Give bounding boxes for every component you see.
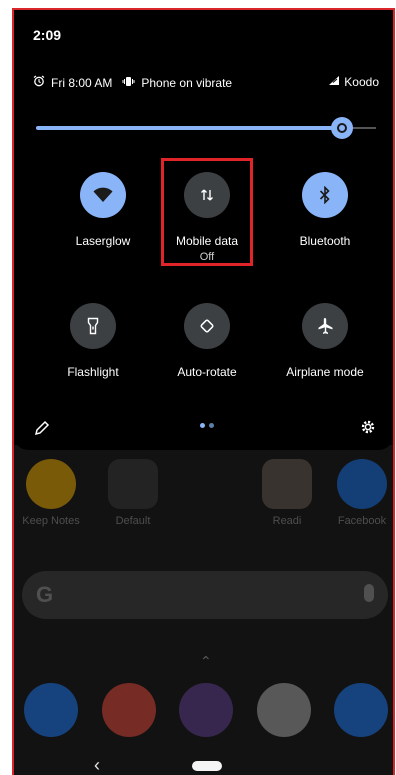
app-folder-default[interactable]: Default [103,459,163,527]
keep-notes-icon [26,459,76,509]
selection-highlight-box [161,158,253,266]
carrier-name: Koodo [344,75,379,89]
brightness-slider[interactable] [36,117,376,139]
app-facebook[interactable]: Facebook [332,459,392,527]
nav-back-button[interactable]: ‹ [94,755,100,775]
microphone-icon[interactable] [364,584,374,602]
tile-wifi[interactable]: Laserglow [48,172,158,248]
signal-icon [328,75,340,89]
tile-bluetooth[interactable]: Bluetooth [270,172,380,248]
brightness-fill [36,126,342,130]
folder-icon [262,459,312,509]
camera-app-icon[interactable] [257,683,311,737]
nav-home-button[interactable] [192,761,222,771]
home-screen: Keep Notes Default Readi Facebook G ⌃ ‹ [14,445,393,775]
assistant-app-icon[interactable] [179,683,233,737]
app-drawer-chevron-icon[interactable]: ⌃ [200,653,212,670]
page-indicator [200,423,214,428]
page-dot-active [200,423,205,428]
brightness-sun-icon [337,123,347,133]
bluetooth-icon [302,172,348,218]
chrome-app-icon[interactable] [102,683,156,737]
brightness-thumb[interactable] [331,117,353,139]
alarm-icon [33,75,45,90]
alarm-time[interactable]: Fri 8:00 AM [51,76,112,90]
app-label: Readi [272,515,302,527]
airplane-icon [302,303,348,349]
folder-icon [108,459,158,509]
tile-label: Bluetooth [299,234,351,248]
tile-auto-rotate[interactable]: Auto-rotate [152,303,262,379]
facebook-icon [337,459,387,509]
tile-flashlight[interactable]: Flashlight [38,303,148,379]
tile-airplane-mode[interactable]: Airplane mode [270,303,380,379]
google-search-bar[interactable]: G [22,571,388,619]
phone-screen: Keep Notes Default Readi Facebook G ⌃ ‹ … [12,8,395,775]
page-dot [209,423,214,428]
app-label: Facebook [337,515,387,527]
google-logo-icon: G [36,582,54,607]
flashlight-icon [70,303,116,349]
tile-label: Flashlight [67,365,119,379]
tile-label: Airplane mode [286,365,364,379]
auto-rotate-icon [184,303,230,349]
messages-app-icon[interactable] [334,683,388,737]
app-keep-notes[interactable]: Keep Notes [21,459,81,527]
app-label: Keep Notes [22,515,80,527]
pencil-icon[interactable] [34,420,50,436]
wifi-icon [80,172,126,218]
status-time: 2:09 [33,27,62,43]
app-folder-readi[interactable]: Readi [257,459,317,527]
phone-app-icon[interactable] [24,683,78,737]
ringer-mode[interactable]: Phone on vibrate [141,76,232,90]
app-label: Default [115,515,151,527]
tile-label: Auto-rotate [177,365,237,379]
gear-icon[interactable] [359,418,377,436]
tile-label: Laserglow [75,234,131,248]
vibrate-icon [122,76,135,90]
quick-settings-panel: 2:09 Fri 8:00 AM Phone on vibrate Koodo [14,10,393,450]
status-row: Fri 8:00 AM Phone on vibrate Koodo [33,75,379,91]
